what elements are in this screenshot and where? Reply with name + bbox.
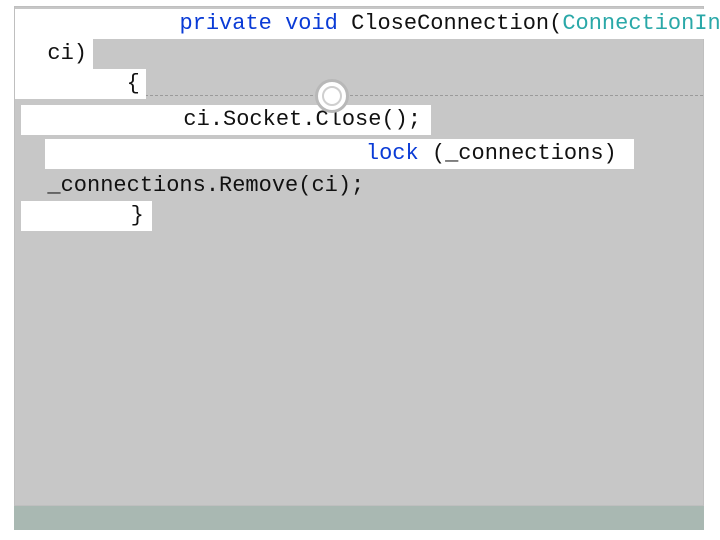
code-line-3: { (15, 69, 703, 99)
keyword-lock: lock (366, 141, 419, 166)
param-ci: ci) (21, 39, 87, 69)
method-name: CloseConnection( (338, 11, 562, 36)
code-line-7: } (15, 201, 703, 231)
code-content: private void CloseConnection(ConnectionI… (15, 7, 703, 231)
code-box: private void CloseConnection(ConnectionI… (14, 6, 704, 506)
code-line-1: private void CloseConnection(ConnectionI… (15, 9, 703, 39)
code-line-2: ci) (15, 39, 703, 69)
lock-indent (207, 141, 365, 166)
keyword-private: private (179, 11, 271, 36)
code-line-5: lock (_connections) (15, 139, 703, 171)
brace-close: } (25, 201, 144, 231)
brace-open: { (21, 69, 140, 99)
bottom-accent-bar (14, 506, 704, 530)
ring-decor-icon (315, 79, 349, 113)
type-connectioninfo: ConnectionInfo (562, 11, 720, 36)
lock-args: (_connections) (419, 141, 630, 166)
code-line-6: _connections.Remove(ci); (15, 171, 703, 201)
remove-call: _connections.Remove(ci); (21, 171, 364, 201)
keyword-void: void (285, 11, 338, 36)
slide: private void CloseConnection(ConnectionI… (0, 0, 720, 540)
